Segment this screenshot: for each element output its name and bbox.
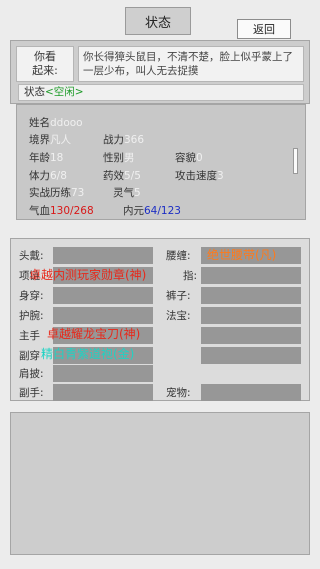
slot-secondary-label: 副手: [19,387,44,399]
stat-stamina-value: 6/8 [50,170,67,182]
slot-pants-label: 裤子: [166,290,191,302]
stat-age: 年龄18 [29,150,63,165]
slot-head[interactable] [53,247,153,264]
slot-right-5[interactable] [201,327,301,344]
slot-pet[interactable] [201,384,301,401]
description-label: 你看 起来: [16,46,74,82]
slot-mainhand-item[interactable]: 卓越耀龙宝刀(神) [47,326,140,343]
description-label-line2: 起来: [32,64,58,77]
slot-shoulder[interactable] [53,365,153,382]
slot-treasure-label: 法宝: [166,310,191,322]
slot-robe-label: 副穿 [19,350,40,362]
back-button-label: 返回 [253,23,275,36]
description-text: 你长得獐头鼠目，不清不楚，脸上似乎蒙上了一层少布，叫人无去捉摸 [78,46,304,82]
page-title-text: 状态 [144,15,171,31]
stat-looks: 容貌0 [175,150,203,165]
stat-medicine: 药效5/5 [103,168,141,183]
stat-attack-speed: 攻击速度3 [175,168,224,183]
slot-right-6[interactable] [201,347,301,364]
slot-robe-item[interactable]: 精白青紫道袍(金) [41,346,134,363]
stat-gender: 性别男 [103,150,135,165]
stat-looks-label: 容貌 [175,152,196,164]
stat-spirit-label: 灵气 [113,187,134,199]
slot-wrist-label: 护腕: [19,310,44,322]
stat-inner-value: 64/123 [144,205,181,217]
slot-ring-label: 指: [183,270,198,282]
stat-gender-value: 男 [124,152,135,164]
stat-hp-value: 130/268 [50,205,94,217]
slot-body[interactable] [53,287,153,304]
slot-waist-label: 腰缠: [166,250,191,262]
stat-medicine-value: 5/5 [124,170,141,182]
stat-name: 姓名ddooo [29,115,83,130]
slot-body-label: 身穿: [19,290,44,302]
description-label-line1: 你看 [34,50,56,63]
slot-treasure[interactable] [201,307,301,324]
stat-power-value: 366 [124,134,145,146]
slot-ring[interactable] [201,267,301,284]
stat-realm: 境界凡人 [29,132,71,147]
stat-attack-speed-value: 3 [217,170,224,182]
stat-name-value: ddooo [50,117,83,129]
back-button[interactable]: 返回 [237,19,291,39]
page-title: 状态 [125,7,191,35]
stat-stamina: 体力6/8 [29,168,67,183]
slot-head-label: 头戴: [19,250,44,262]
stats-panel: 姓名ddooo 境界凡人 战力366 年龄18 性别男 容貌0 体力6/8 药效… [16,104,306,220]
stat-gender-label: 性别 [103,152,124,164]
slot-mainhand-label: 主手 [19,330,40,342]
state-label: 状态 [24,86,45,98]
stat-hp: 气血130/268 [29,203,94,218]
stat-age-label: 年龄 [29,152,50,164]
equipment-panel: 头戴: 项链 卓越内测玩家勋章(神) 身穿: 护腕: 主手 卓越耀龙宝刀(神) … [10,238,310,401]
stats-scrollbar[interactable] [293,148,298,174]
stat-training-value: 73 [71,187,85,199]
bottom-panel [10,412,310,555]
stat-looks-value: 0 [196,152,203,164]
slot-pet-label: 宠物: [166,387,191,399]
stat-power: 战力366 [103,132,144,147]
stat-inner: 内元64/123 [123,203,181,218]
state-bar: 状态<空闲> [18,84,304,101]
stat-age-value: 18 [50,152,64,164]
stat-spirit: 灵气5 [113,185,141,200]
stat-attack-speed-label: 攻击速度 [175,170,217,182]
stat-inner-label: 内元 [123,205,144,217]
stat-training: 实战历练73 [29,185,84,200]
slot-wrist[interactable] [53,307,153,324]
slot-waist-item[interactable]: 绝世腰带(凡) [207,247,276,264]
stat-stamina-label: 体力 [29,170,50,182]
stat-power-label: 战力 [103,134,124,146]
stat-medicine-label: 药效 [103,170,124,182]
stat-name-label: 姓名 [29,117,50,129]
slot-shoulder-label: 肩披: [19,368,44,380]
slot-pants[interactable] [201,287,301,304]
state-value: <空闲> [45,86,84,98]
stat-realm-value: 凡人 [50,134,71,146]
stat-training-label: 实战历练 [29,187,71,199]
stat-spirit-value: 5 [134,187,141,199]
stat-realm-label: 境界 [29,134,50,146]
stat-hp-label: 气血 [29,205,50,217]
slot-secondary[interactable] [53,384,153,401]
slot-neck-item[interactable]: 卓越内测玩家勋章(神) [29,267,146,284]
